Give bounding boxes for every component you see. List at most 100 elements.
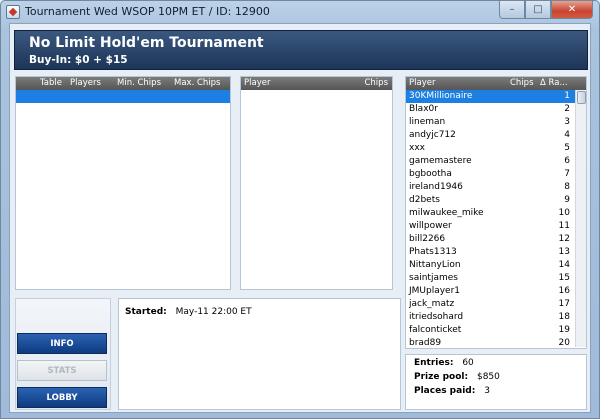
places-value: 3	[484, 386, 490, 396]
player-name: willpower	[409, 221, 452, 231]
player-name: ireland1946	[409, 182, 463, 192]
table-row[interactable]	[16, 90, 230, 103]
player-name: Phats1313	[409, 247, 457, 257]
col-table[interactable]: Table	[40, 78, 62, 88]
player-name: NittanyLion	[409, 260, 461, 270]
lobby-button[interactable]: LOBBY	[17, 387, 107, 408]
player-rank: 20	[558, 338, 570, 348]
started-value: May-11 22:00 ET	[175, 307, 252, 317]
player-row[interactable]: jack_matz 17	[406, 298, 576, 311]
player-rank: 5	[564, 143, 570, 153]
started-label: Started:	[125, 307, 167, 317]
player-rank: 2	[564, 104, 570, 114]
player-rank: 9	[564, 195, 570, 205]
player-rank: 11	[558, 221, 570, 231]
player-row[interactable]: gamemastere 6	[406, 155, 576, 168]
summary-panel: Entries: 60 Prize pool: $850 Places paid…	[405, 354, 587, 410]
players-list: 30KMillionaire 1 Blax0r 2 lineman 3 andyjc712 4…	[406, 90, 576, 350]
player-name: Blax0r	[409, 104, 438, 114]
player-name: jack_matz	[409, 299, 455, 309]
col-player[interactable]: Player	[244, 78, 270, 88]
player-name: itriedsohard	[409, 312, 464, 322]
player-row[interactable]: lineman 3	[406, 116, 576, 129]
player-row[interactable]: willpower 11	[406, 220, 576, 233]
player-row[interactable]: Phats1313 13	[406, 246, 576, 259]
tournament-title: No Limit Hold'em Tournament	[29, 35, 264, 51]
player-rank: 1	[564, 91, 570, 101]
player-rank: 18	[558, 312, 570, 322]
player-rank: 12	[558, 234, 570, 244]
player-name: lineman	[409, 117, 446, 127]
entries-value: 60	[462, 358, 474, 368]
col-players[interactable]: Players	[70, 78, 101, 88]
table-players-column-header: Player Chips	[241, 77, 392, 90]
prize-row: Prize pool: $850	[414, 372, 500, 382]
player-row[interactable]: Blax0r 2	[406, 103, 576, 116]
player-name: bgbootha	[409, 169, 452, 179]
player-row[interactable]: xxx 5	[406, 142, 576, 155]
col-player-chips[interactable]: Chips	[510, 78, 534, 88]
player-name: JMUplayer1	[409, 286, 461, 296]
player-name: andyjc712	[409, 130, 456, 140]
players-scrollbar[interactable]	[575, 90, 586, 347]
close-button[interactable]: ✕	[551, 1, 593, 19]
scrollbar-thumb[interactable]	[577, 91, 586, 104]
minimize-button[interactable]: –	[499, 1, 525, 19]
player-row[interactable]: milwaukee_mike 10	[406, 207, 576, 220]
col-chips[interactable]: Chips	[364, 78, 388, 88]
player-row[interactable]: falconticket 19	[406, 324, 576, 337]
places-row: Places paid: 3	[414, 386, 490, 396]
player-row[interactable]: bgbootha 7	[406, 168, 576, 181]
player-row[interactable]: brad89 20	[406, 337, 576, 350]
player-row[interactable]: bill2266 12	[406, 233, 576, 246]
player-name: milwaukee_mike	[409, 208, 484, 218]
player-row[interactable]: JMUplayer1 16	[406, 285, 576, 298]
player-row[interactable]: d2bets 9	[406, 194, 576, 207]
player-name: xxx	[409, 143, 425, 153]
title-bar[interactable]: Tournament Wed WSOP 10PM ET / ID: 12900 …	[1, 1, 599, 23]
client-area: No Limit Hold'em Tournament Buy-In: $0 +…	[9, 23, 591, 413]
info-button[interactable]: INFO	[17, 333, 107, 354]
player-name: d2bets	[409, 195, 440, 205]
player-rank: 14	[558, 260, 570, 270]
tables-panel[interactable]: Table Players Min. Chips Max. Chips	[15, 76, 231, 290]
stats-button[interactable]: STATS	[17, 360, 107, 381]
places-label: Places paid:	[414, 386, 476, 396]
players-panel[interactable]: Player Chips Δ Ra... 30KMillionaire 1 Blax…	[405, 76, 587, 349]
col-max-chips[interactable]: Max. Chips	[174, 78, 220, 88]
players-column-header: Player Chips Δ Ra...	[406, 77, 586, 90]
player-row[interactable]: 30KMillionaire 1	[406, 90, 576, 103]
window-controls: – □ ✕	[499, 1, 593, 19]
player-rank: 3	[564, 117, 570, 127]
player-row[interactable]: NittanyLion 14	[406, 259, 576, 272]
player-name: brad89	[409, 338, 442, 348]
player-name: saintjames	[409, 273, 458, 283]
table-players-panel[interactable]: Player Chips	[240, 76, 393, 290]
player-rank: 6	[564, 156, 570, 166]
player-row[interactable]: saintjames 15	[406, 272, 576, 285]
player-rank: 16	[558, 286, 570, 296]
player-rank: 8	[564, 182, 570, 192]
player-row[interactable]: itriedsohard 18	[406, 311, 576, 324]
player-name: gamemastere	[409, 156, 472, 166]
entries-row: Entries: 60	[414, 358, 474, 368]
status-panel: Started: May-11 22:00 ET	[118, 298, 401, 410]
player-rank: 19	[558, 325, 570, 335]
maximize-button[interactable]: □	[525, 1, 551, 19]
player-rank: 17	[558, 299, 570, 309]
player-name: falconticket	[409, 325, 462, 335]
tables-column-header: Table Players Min. Chips Max. Chips	[16, 77, 230, 90]
prize-value: $850	[476, 372, 500, 382]
player-row[interactable]: andyjc712 4	[406, 129, 576, 142]
col-player-name[interactable]: Player	[409, 78, 435, 88]
app-icon	[6, 5, 20, 19]
player-rank: 13	[558, 247, 570, 257]
col-min-chips[interactable]: Min. Chips	[117, 78, 161, 88]
player-rank: 10	[558, 208, 570, 218]
buyin-label: Buy-In: $0 + $15	[29, 54, 128, 66]
col-player-rank[interactable]: Δ Ra...	[540, 78, 568, 88]
player-name: bill2266	[409, 234, 446, 244]
player-row[interactable]: ireland1946 8	[406, 181, 576, 194]
prize-label: Prize pool:	[414, 372, 469, 382]
player-name: 30KMillionaire	[409, 91, 473, 101]
